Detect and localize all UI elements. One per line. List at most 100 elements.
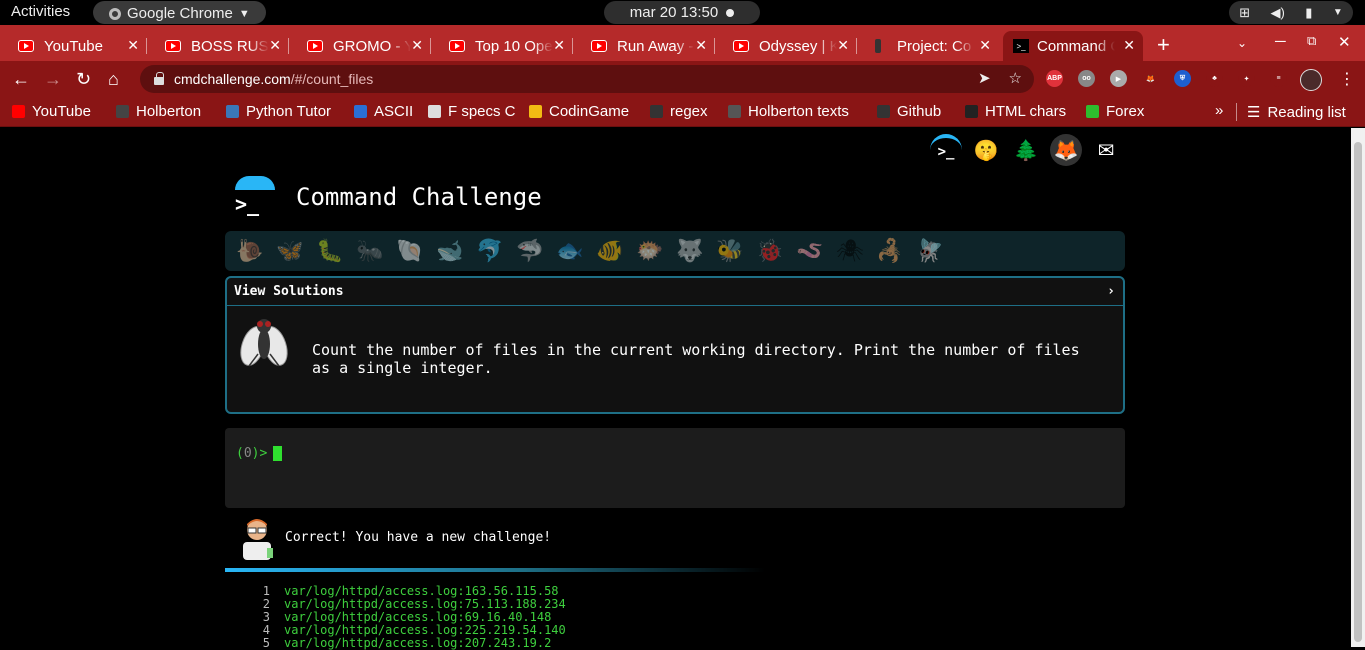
forward-icon[interactable]: → [44,69,62,90]
fish-icon[interactable]: 🐟 [555,236,585,266]
scrollbar-thumb[interactable] [1354,142,1362,642]
scorpion-icon[interactable]: 🦂 [875,236,905,266]
bookmark-label: Holberton [136,103,202,120]
shield-icon[interactable]: ⛨ [1174,70,1191,87]
close-icon[interactable]: ✕ [837,37,849,54]
infinity-icon[interactable]: oo [1078,70,1095,87]
puzzle-icon[interactable]: ✦ [1238,70,1255,87]
system-menu[interactable]: ⊞ ◀) ▮ ▼ [1229,1,1353,24]
shark-icon[interactable]: 🦈 [515,236,545,266]
reload-icon[interactable]: ↻ [76,69,91,90]
close-icon[interactable]: ✕ [127,37,139,54]
bookmark-star-icon[interactable]: ☆ [1009,69,1022,87]
activities-button[interactable]: Activities [11,3,70,20]
tab-run-away[interactable]: Run Away - ✕ [573,31,715,61]
play-icon[interactable]: ▶ [1110,70,1127,87]
output-divider [225,568,765,572]
butterfly-icon[interactable]: 🦋 [275,236,305,266]
app-menu[interactable]: Google Chrome ▼ [93,1,266,24]
profile-avatar[interactable] [1300,69,1322,91]
close-icon[interactable]: ✕ [979,37,991,54]
fly-icon[interactable]: 🪰 [915,236,945,266]
tree-icon[interactable]: 🌲 [1010,134,1042,166]
terminal-logo-icon[interactable]: >_ [930,134,962,166]
shell-icon[interactable]: 🐚 [395,236,425,266]
minimize-icon[interactable]: ─ [1275,33,1286,50]
ant-icon[interactable]: 🐜 [355,236,385,266]
restore-icon[interactable]: ⧉ [1307,33,1316,49]
worm-icon[interactable]: 🪱 [795,236,825,266]
caterpillar-icon[interactable]: 🐛 [315,236,345,266]
gnome-icon[interactable]: ♣ [1206,70,1223,87]
bookmarks-divider [1236,103,1237,121]
terminal-input[interactable]: (0)> [225,428,1125,508]
tropical-fish-icon[interactable]: 🐠 [595,236,625,266]
prompt-count: 0 [243,446,252,461]
clock[interactable]: mar 20 13:50 [604,1,760,24]
bookmark-codingame[interactable]: CodinGame [529,103,629,120]
bookmark-label: Holberton texts [748,103,849,120]
close-icon[interactable]: ✕ [695,37,707,54]
terminal-prompt: (0)> [236,446,283,461]
bookmark-holberton[interactable]: Holberton [116,103,201,120]
close-icon[interactable]: ✕ [269,37,281,54]
bookmark-github[interactable]: Github [877,103,941,120]
wolf-icon[interactable]: 🐺 [675,236,705,266]
chevron-right-icon: › [1107,284,1115,299]
send-icon[interactable]: ➤ [978,69,991,87]
dolphin-icon[interactable]: 🐬 [475,236,505,266]
bee-icon[interactable]: 🐝 [715,236,745,266]
close-icon[interactable]: ✕ [411,37,423,54]
tab-label: Project: Co [897,37,972,55]
reading-list-button[interactable]: ☰ Reading list [1247,103,1346,122]
site-brand[interactable]: >_ Command Challenge [233,176,542,218]
abp-icon[interactable]: ABP [1046,70,1063,87]
ladybug-icon[interactable]: 🐞 [755,236,785,266]
tab-search-icon[interactable]: ⌄ [1237,36,1247,50]
bookmark-ascii[interactable]: ASCII [354,103,413,120]
bookmark-html-chars[interactable]: HTML chars [965,103,1066,120]
snail-icon[interactable]: 🐌 [235,236,265,266]
close-icon[interactable]: ✕ [1123,37,1135,54]
bookmark-holberton-texts[interactable]: Holberton texts [728,103,849,120]
view-solutions-toggle[interactable]: View Solutions › [227,278,1123,306]
youtube-icon [307,40,323,52]
prompt-close: )> [251,446,268,461]
gitlab-icon[interactable]: 🦊 [1050,134,1082,166]
tab-boss-rush[interactable]: BOSS RUSH ✕ [147,31,289,61]
bookmark-youtube[interactable]: YouTube [12,103,91,120]
bookmarks-overflow-icon[interactable]: » [1215,102,1223,119]
clock-text: mar 20 13:50 [629,4,719,21]
feedback-row: Correct! You have a new challenge! [225,516,1125,560]
new-tab-icon[interactable]: + [1157,32,1170,58]
whale-icon[interactable]: 🐋 [435,236,465,266]
home-icon[interactable]: ⌂ [108,69,119,90]
tab-odyssey[interactable]: Odyssey | K ✕ [715,31,857,61]
bookmark-regex[interactable]: regex [650,103,708,120]
bookmark-forex[interactable]: Forex [1086,103,1144,120]
challenge-panel: View Solutions › Count the number of fil… [225,276,1125,414]
page-scrollbar[interactable] [1351,128,1365,647]
window-close-icon[interactable]: ✕ [1338,33,1351,51]
tab-youtube[interactable]: YouTube ✕ [0,31,147,61]
spider-icon[interactable]: 🕷 [835,236,865,266]
address-bar[interactable]: cmdchallenge.com/#/count_files ➤ ☆ [140,65,1034,93]
close-icon[interactable]: ✕ [553,37,565,54]
reading-mode-icon[interactable]: ≡ [1270,70,1287,87]
bookmark-f-specs-c[interactable]: F specs C [428,103,516,120]
lock-icon[interactable] [154,72,164,85]
more-menu-icon[interactable]: ⋮ [1339,69,1355,89]
blowfish-icon[interactable]: 🐡 [635,236,665,266]
tab-project[interactable]: Project: Co ✕ [857,31,999,61]
line-number: 5 [262,636,270,650]
fox-icon[interactable]: 🦊 [1142,70,1159,87]
tab-top-10[interactable]: Top 10 Ope ✕ [431,31,573,61]
tab-command-challenge[interactable]: >_ Command C ✕ [1003,31,1143,61]
envelope-icon[interactable]: ✉ [1090,134,1122,166]
shushing-face-icon[interactable]: 🤫 [970,134,1002,166]
bookmark-favicon-icon [877,105,890,118]
back-icon[interactable]: ← [12,69,30,90]
bookmark-python-tutor[interactable]: Python Tutor [226,103,331,120]
tab-gromo[interactable]: GROMO - Yo ✕ [289,31,431,61]
network-icon: ⊞ [1239,4,1251,20]
